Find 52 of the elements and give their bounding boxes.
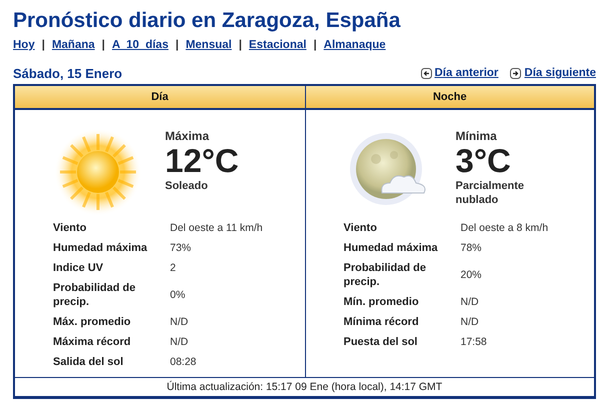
detail-label: Máx. promedio	[53, 315, 132, 329]
page-title: Pronóstico diario en Zaragoza, España	[13, 8, 402, 34]
detail-value: N/D	[460, 316, 480, 328]
nav-link[interactable]: Mañana	[52, 39, 95, 51]
temperature-label: Mínima	[456, 129, 498, 143]
nav-link[interactable]: A 10 días	[112, 39, 168, 51]
separator: |	[42, 39, 45, 51]
detail-value: 20%	[460, 269, 483, 281]
left-arrow-icon	[420, 68, 432, 78]
detail-value: 08:28	[170, 356, 198, 368]
temperature: 3°C	[456, 143, 512, 179]
right-arrow-icon	[510, 68, 522, 78]
condition: Soleado	[165, 179, 209, 193]
detail-value: N/D	[460, 296, 480, 308]
separator: |	[102, 39, 105, 51]
separator: |	[175, 39, 179, 51]
temperature-label: Máxima	[165, 129, 210, 143]
detail-label: Probabilidad de precip.	[344, 261, 428, 289]
detail-label: Viento	[344, 221, 378, 235]
column-header: Noche	[306, 86, 594, 110]
date-heading: Sábado, 15 Enero	[13, 66, 122, 80]
previous-day-link[interactable]: Día anterior	[420, 67, 498, 79]
nav-link[interactable]: Estacional	[248, 39, 306, 51]
detail-label: Puesta del sol	[344, 335, 418, 349]
next-day-link[interactable]: Día siguiente	[510, 67, 596, 79]
column-header: Día	[15, 86, 304, 110]
detail-value: 2	[170, 262, 177, 274]
detail-value: 0%	[170, 289, 186, 301]
detail-value: Del oeste a 8 km/h	[460, 222, 550, 234]
detail-label: Viento	[53, 221, 88, 235]
detail-label: Mínima récord	[344, 315, 420, 329]
detail-value: Del oeste a 11 km/h	[170, 222, 264, 234]
detail-value: 78%	[460, 242, 483, 254]
detail-value: N/D	[170, 336, 190, 348]
nav-link[interactable]: Hoy	[13, 39, 35, 51]
detail-label: Mín. promedio	[344, 295, 420, 309]
detail-value: 17:58	[460, 336, 488, 348]
detail-value: 73%	[170, 242, 192, 254]
detail-label: Máxima récord	[53, 335, 132, 349]
detail-label: Salida del sol	[53, 355, 124, 369]
detail-label: Probabilidad de precip.	[53, 281, 137, 309]
detail-value: N/D	[170, 316, 190, 328]
detail-label: Humedad máxima	[53, 241, 148, 255]
detail-label: Humedad máxima	[344, 241, 439, 255]
nav-link[interactable]: Almanaque	[324, 39, 386, 51]
separator: |	[313, 39, 317, 51]
condition: Parcialmente nublado	[456, 179, 525, 207]
separator: |	[238, 39, 242, 51]
detail-label: Indice UV	[53, 261, 104, 275]
temperature: 12°C	[165, 143, 240, 179]
nav-link[interactable]: Mensual	[186, 39, 232, 51]
last-updated: Última actualización: 15:17 09 Ene (hora local), 14:17 GMT	[15, 377, 594, 396]
